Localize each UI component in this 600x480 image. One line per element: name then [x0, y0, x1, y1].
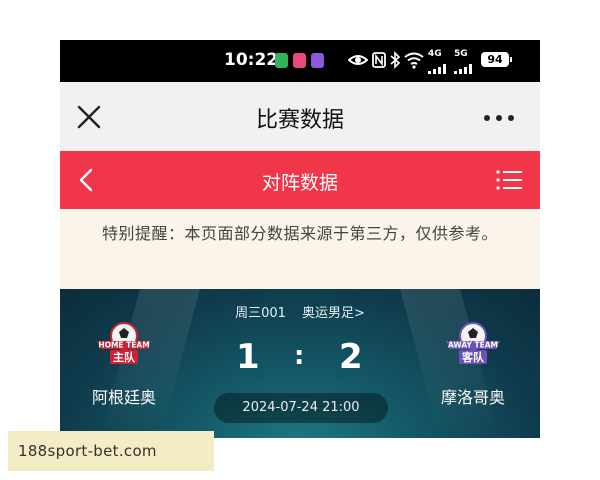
status-bar: 10:22 4G 5G 94 [60, 40, 540, 82]
away-badge-en: AWAY TEAM [448, 341, 498, 350]
match-card: 周三001 奥运男足> HOME TEAM 主队 AWAY TEAM 客队 1 … [60, 289, 540, 438]
phone-screen: 10:22 4G 5G 94 比赛数据 对阵数据 特别提醒：本页面部分数据来源于… [60, 40, 540, 438]
home-score: 1 [236, 337, 260, 377]
home-badge-cn: 主队 [113, 350, 136, 364]
nav-bar: 比赛数据 [60, 82, 540, 151]
section-title: 对阵数据 [261, 172, 338, 194]
more-dot [496, 115, 502, 121]
list-icon[interactable] [496, 169, 522, 191]
bluetooth-icon [390, 51, 400, 69]
away-team-badge-icon: AWAY TEAM 客队 [446, 322, 500, 364]
app-green-icon [275, 53, 288, 68]
network-5g-label: 5G [454, 49, 468, 59]
battery-icon: 94 [481, 52, 512, 67]
more-dot [484, 115, 490, 121]
more-dot [508, 115, 514, 121]
notice-text: 特别提醒：本页面部分数据来源于第三方，仅供参考。 [101, 224, 498, 243]
signal-icon [454, 64, 472, 74]
league-link[interactable]: 奥运男足> [302, 306, 365, 321]
match-time: 2024-07-24 21:00 [214, 393, 388, 423]
signal-icon [428, 64, 446, 74]
section-header: 对阵数据 [60, 151, 540, 209]
away-badge-cn: 客队 [461, 350, 485, 364]
home-team-name[interactable]: 阿根廷奥 [69, 384, 179, 408]
app-purple-icon [311, 53, 324, 68]
app-pink-icon [293, 53, 306, 68]
status-time: 10:22 [224, 50, 279, 70]
home-team-badge-icon: HOME TEAM 主队 [97, 322, 151, 364]
wifi-icon [404, 52, 424, 69]
more-icon[interactable] [484, 115, 514, 123]
away-team-name[interactable]: 摩洛哥奥 [418, 384, 528, 408]
page-title: 比赛数据 [255, 108, 344, 133]
away-score: 2 [339, 337, 363, 377]
network-4g-label: 4G [428, 49, 442, 59]
watermark: 188sport-bet.com [8, 431, 214, 471]
home-badge-en: HOME TEAM [98, 341, 149, 350]
match-code: 周三001 [235, 306, 286, 321]
score-separator: : [294, 341, 305, 371]
nfc-icon [372, 52, 386, 68]
eye-icon [348, 55, 368, 65]
notice-banner: 特别提醒：本页面部分数据来源于第三方，仅供参考。 [60, 209, 540, 289]
